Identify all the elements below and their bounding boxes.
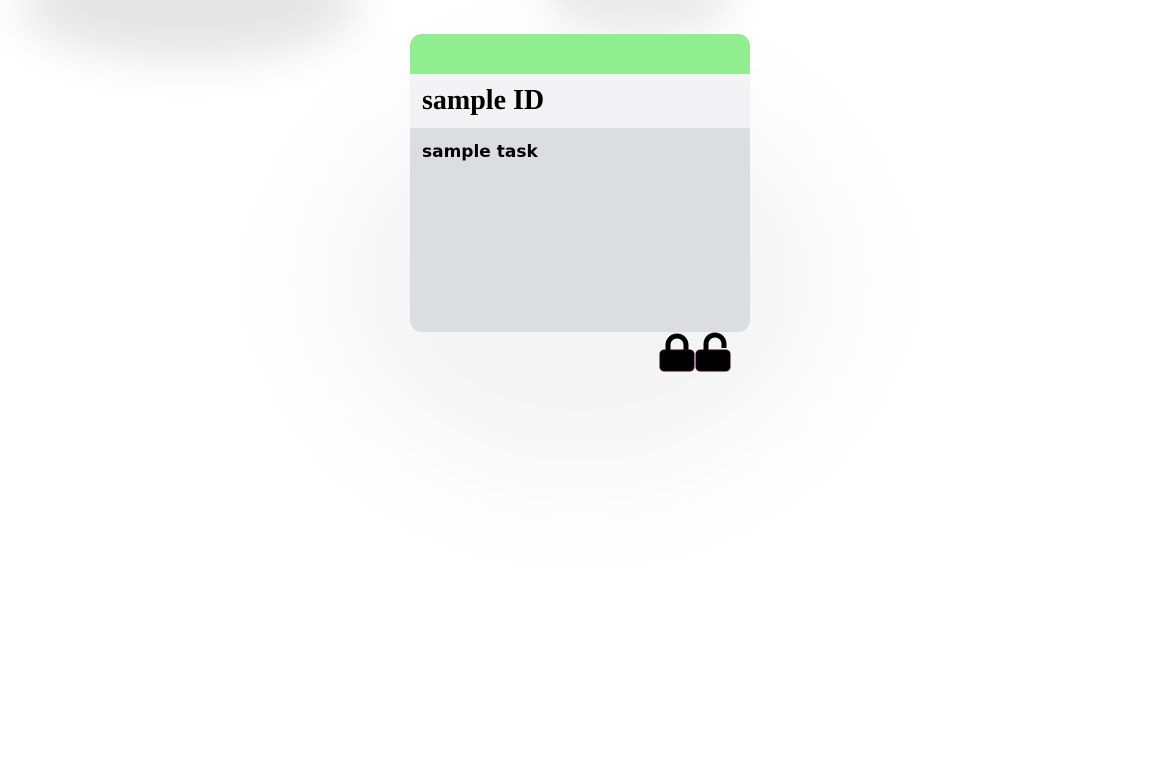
task-card[interactable]: sample ID sample task	[410, 34, 750, 332]
lock-closed-icon[interactable]	[659, 331, 695, 373]
card-id-row: sample ID	[410, 74, 750, 128]
card-color-bar	[410, 34, 750, 74]
background-shadow	[20, 0, 360, 60]
lock-controls	[659, 331, 731, 373]
card-body: sample task	[410, 128, 750, 162]
lock-open-icon[interactable]	[695, 331, 731, 373]
card-task-text: sample task	[422, 142, 538, 162]
card-id: sample ID	[422, 85, 545, 116]
background-shadow	[545, 0, 735, 35]
